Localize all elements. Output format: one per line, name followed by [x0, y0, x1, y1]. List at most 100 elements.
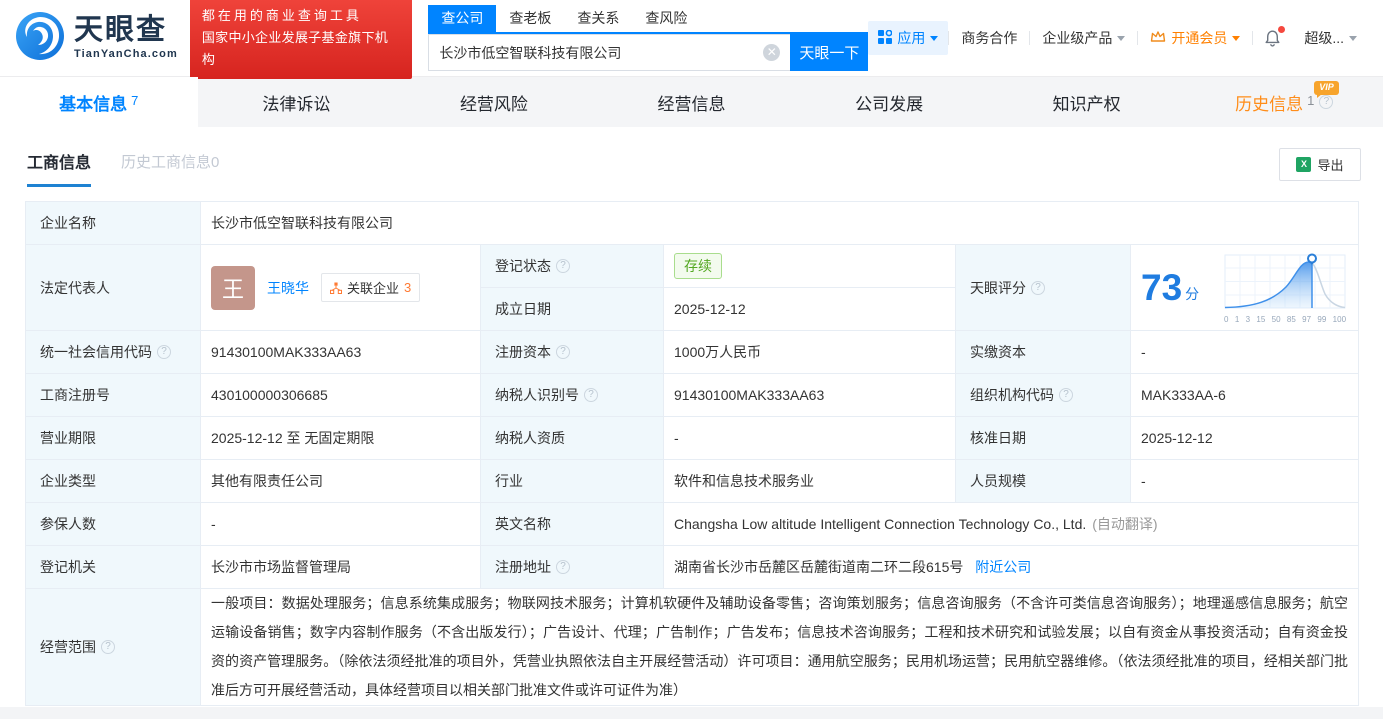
open-vip-menu[interactable]: 开通会员: [1138, 28, 1252, 48]
logo-title: 天眼查: [74, 16, 178, 45]
table-row: 企业类型 其他有限责任公司 行业 软件和信息技术服务业 人员规模 -: [26, 460, 1359, 503]
search-tab-risk[interactable]: 查风险: [632, 5, 700, 32]
auto-translate-note: (自动翻译): [1092, 516, 1157, 532]
section-toolbar: 工商信息 历史工商信息0 X 导出: [0, 127, 1383, 187]
promo-line1: 都在用的商业查询工具: [202, 5, 401, 27]
tab-legal-proceedings[interactable]: 法律诉讼: [198, 77, 396, 127]
tianyancha-logo-icon: [14, 10, 66, 67]
approved-date-value: 2025-12-12: [1131, 417, 1359, 460]
tab-count: 1: [1307, 93, 1314, 108]
subtab-label: 历史工商信息: [121, 154, 211, 171]
org-code-label: 组织机构代码?: [956, 374, 1131, 417]
header-menu: 应用 商务合作 企业级产品 开通会员: [868, 21, 1369, 55]
table-row: 营业期限 2025-12-12 至 无固定期限 纳税人资质 - 核准日期 202…: [26, 417, 1359, 460]
related-companies-badge[interactable]: 关联企业 3: [321, 273, 420, 302]
subtab-history-business-info[interactable]: 历史工商信息0: [121, 151, 219, 187]
tick-label: 85: [1287, 316, 1296, 324]
tab-label: 公司发展: [855, 90, 923, 115]
promo-banner: 都在用的商业查询工具 国家中小企业发展子基金旗下机构: [190, 0, 413, 79]
search-input[interactable]: [428, 34, 790, 71]
establish-date-value: 2025-12-12: [664, 288, 956, 331]
vip-badge: VIP: [1314, 81, 1339, 95]
org-code-value: MAK333AA-6: [1131, 374, 1359, 417]
legal-rep-avatar[interactable]: 王: [211, 266, 255, 310]
search-tab-company[interactable]: 查公司: [428, 5, 496, 32]
notification-bell[interactable]: [1253, 29, 1292, 48]
reg-status-value: 存续: [664, 245, 956, 288]
score-label: 天眼评分?: [956, 245, 1131, 331]
industry-label: 行业: [481, 460, 664, 503]
page-bottom-strip: [0, 707, 1383, 719]
table-row: 经营范围? 一般项目：数据处理服务；信息系统集成服务；物联网技术服务；计算机软硬…: [26, 589, 1359, 706]
tab-operation-risk[interactable]: 经营风险: [395, 77, 593, 127]
tab-label: 经营风险: [460, 90, 528, 115]
notification-dot: [1278, 26, 1285, 33]
apps-menu[interactable]: 应用: [868, 21, 948, 55]
related-companies-label: 关联企业: [347, 278, 399, 297]
subtab-business-info[interactable]: 工商信息: [27, 149, 91, 187]
credit-code-value: 91430100MAK333AA63: [201, 331, 481, 374]
address-label: 注册地址?: [481, 546, 664, 589]
table-row: 参保人数 - 英文名称 Changsha Low altitude Intell…: [26, 503, 1359, 546]
super-vip-menu[interactable]: 超级...: [1292, 28, 1369, 48]
tick-label: 100: [1333, 316, 1346, 324]
company-name-label: 企业名称: [26, 202, 201, 245]
help-icon[interactable]: ?: [1031, 281, 1045, 295]
search-tab-relation[interactable]: 查关系: [564, 5, 632, 32]
search-tab-boss[interactable]: 查老板: [496, 5, 564, 32]
business-scope-label: 经营范围?: [26, 589, 201, 706]
tab-operation-info[interactable]: 经营信息: [593, 77, 791, 127]
related-companies-count: 3: [404, 280, 411, 295]
chevron-down-icon: [1232, 36, 1240, 41]
company-nav-tabs: 基本信息 7 法律诉讼 经营风险 经营信息 公司发展 知识产权 VIP 历史信息…: [0, 76, 1383, 127]
help-icon[interactable]: ?: [1059, 388, 1073, 402]
help-icon[interactable]: ?: [584, 388, 598, 402]
crown-icon: [1150, 30, 1166, 46]
enterprise-product-menu[interactable]: 企业级产品: [1030, 28, 1137, 48]
legal-rep-name-link[interactable]: 王晓华: [267, 278, 309, 298]
taxpayer-quality-label: 纳税人资质: [481, 417, 664, 460]
tick-label: 0: [1224, 316, 1228, 324]
tick-label: 3: [1246, 316, 1250, 324]
business-term-value: 2025-12-12 至 无固定期限: [201, 417, 481, 460]
score-distribution-chart: 0131550859799100: [1222, 252, 1348, 324]
tab-history-info[interactable]: VIP 历史信息 1 ?: [1185, 77, 1383, 127]
reg-capital-label: 注册资本?: [481, 331, 664, 374]
table-row: 法定代表人 王 王晓华 关联企业 3 登记状态?: [26, 245, 1359, 288]
help-icon[interactable]: ?: [157, 345, 171, 359]
help-icon[interactable]: ?: [101, 640, 115, 654]
taxpayer-no-value: 91430100MAK333AA63: [664, 374, 956, 417]
score-number: 73: [1141, 269, 1182, 306]
search-tabs: 查公司 查老板 查关系 查风险: [428, 5, 868, 34]
table-row: 企业名称 长沙市低空智联科技有限公司: [26, 202, 1359, 245]
tab-company-development[interactable]: 公司发展: [790, 77, 988, 127]
reg-status-label: 登记状态?: [481, 245, 664, 288]
open-vip-label: 开通会员: [1171, 28, 1227, 48]
english-name-value: Changsha Low altitude Intelligent Connec…: [664, 503, 1359, 546]
reg-capital-value: 1000万人民币: [664, 331, 956, 374]
score-unit: 分: [1185, 284, 1199, 304]
business-scope-value: 一般项目：数据处理服务；信息系统集成服务；物联网技术服务；计算机软硬件及辅助设备…: [201, 589, 1359, 706]
chevron-down-icon: [1117, 36, 1125, 41]
business-cooperation-menu[interactable]: 商务合作: [949, 28, 1029, 48]
export-button[interactable]: X 导出: [1279, 148, 1361, 181]
logo-domain: TianYanCha.com: [74, 48, 178, 60]
tianyancha-logo[interactable]: 天眼查 TianYanCha.com: [14, 10, 178, 67]
help-icon[interactable]: ?: [556, 560, 570, 574]
credit-code-label: 统一社会信用代码?: [26, 331, 201, 374]
tab-intellectual-property[interactable]: 知识产权: [988, 77, 1186, 127]
nearby-companies-link[interactable]: 附近公司: [975, 559, 1031, 575]
super-vip-label: 超级...: [1304, 28, 1344, 48]
subtab-count: 0: [211, 154, 219, 171]
apps-grid-icon: [878, 30, 892, 47]
table-row: 工商注册号 430100000306685 纳税人识别号? 91430100MA…: [26, 374, 1359, 417]
tab-basic-info[interactable]: 基本信息 7: [0, 77, 198, 127]
reg-no-value: 430100000306685: [201, 374, 481, 417]
chevron-down-icon: [930, 36, 938, 41]
help-icon[interactable]: ?: [556, 345, 570, 359]
org-network-icon: [330, 282, 342, 294]
help-icon[interactable]: ?: [556, 259, 570, 273]
english-name-label: 英文名称: [481, 503, 664, 546]
search-module: 查公司 查老板 查关系 查风险 ✕ 天眼一下: [428, 5, 868, 71]
search-button[interactable]: 天眼一下: [790, 34, 868, 71]
